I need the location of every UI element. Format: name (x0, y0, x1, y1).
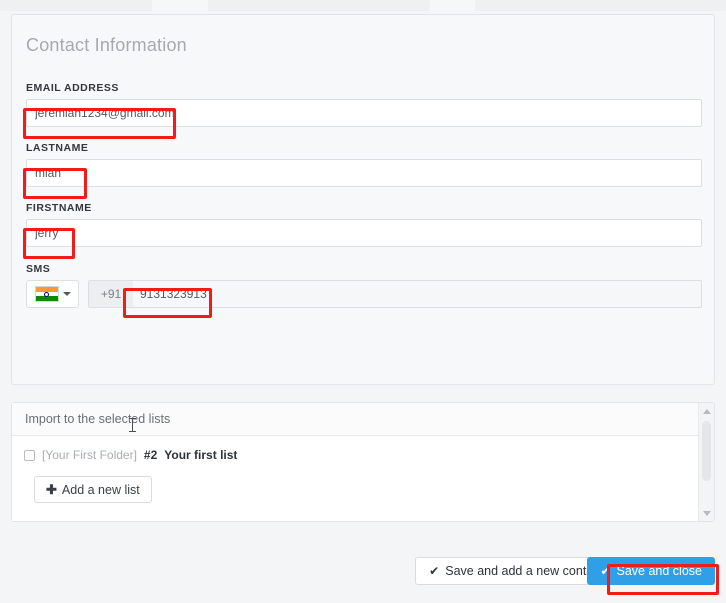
lists-panel-header: Import to the selected lists (12, 403, 714, 436)
list-folder-label: [Your First Folder] (42, 448, 137, 462)
scrollbar-thumb[interactable] (702, 421, 711, 481)
lastname-field-group: LASTNAME (26, 142, 702, 187)
chevron-down-icon (62, 292, 71, 296)
email-input[interactable] (26, 99, 702, 127)
sms-field-group: SMS +91 (26, 263, 702, 308)
sms-row: +91 (26, 280, 702, 308)
list-name-label: Your first list (164, 448, 238, 462)
footer-actions: ✔ Save and add a new contact ✔ Save and … (0, 543, 726, 603)
lastname-input[interactable] (26, 159, 702, 187)
sms-label: SMS (26, 263, 51, 275)
contact-form-page: Contact Information EMAIL ADDRESS LASTNA… (0, 0, 726, 603)
add-new-list-label: Add a new list (61, 482, 140, 497)
save-and-close-button[interactable]: ✔ Save and close (587, 557, 715, 585)
email-field-group: EMAIL ADDRESS (26, 82, 702, 127)
scroll-down-button[interactable] (699, 505, 714, 521)
firstname-field-group: FIRSTNAME (26, 202, 702, 247)
lists-scrollbar[interactable] (698, 403, 714, 521)
contact-information-panel: Contact Information EMAIL ADDRESS LASTNA… (11, 14, 715, 385)
india-flag-icon (34, 286, 59, 302)
chevron-up-icon (702, 408, 711, 414)
dial-code-label: +91 (89, 281, 133, 307)
background-strip (0, 0, 726, 11)
text-cursor (129, 418, 136, 432)
firstname-input[interactable] (26, 219, 702, 247)
country-select[interactable] (26, 280, 79, 308)
check-icon: ✔ (600, 564, 611, 578)
check-icon: ✔ (429, 564, 440, 578)
email-label: EMAIL ADDRESS (26, 82, 119, 94)
save-and-close-label: Save and close (616, 564, 702, 578)
save-and-add-label: Save and add a new contact (445, 564, 603, 578)
lists-body: [Your First Folder] #2 Your first list ✚… (12, 436, 698, 521)
phone-input-wrapper: +91 (88, 280, 702, 308)
lastname-label: LASTNAME (26, 142, 89, 154)
import-lists-panel: Import to the selected lists [Your First… (11, 402, 715, 522)
plus-icon: ✚ (46, 481, 57, 497)
page-title: Contact Information (26, 35, 187, 55)
list-number-label: #2 (143, 448, 158, 462)
list-checkbox[interactable] (24, 449, 35, 461)
list-item[interactable]: [Your First Folder] #2 Your first list (24, 448, 237, 462)
scroll-up-button[interactable] (699, 403, 714, 419)
phone-input[interactable] (133, 281, 701, 307)
firstname-label: FIRSTNAME (26, 202, 92, 214)
add-new-list-button[interactable]: ✚ Add a new list (34, 476, 152, 503)
chevron-down-icon (702, 510, 711, 516)
